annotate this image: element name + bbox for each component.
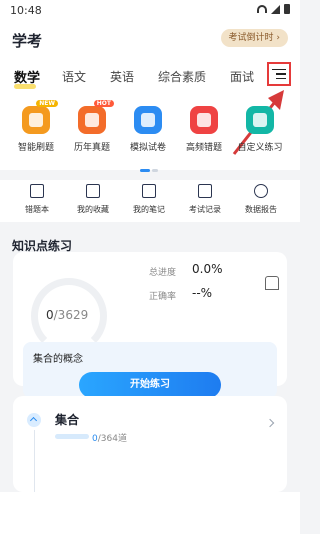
tool-favorites[interactable]: 我的收藏 <box>64 184 122 215</box>
tool-label: 我的收藏 <box>77 205 109 214</box>
exam-record-icon <box>198 184 212 198</box>
chapter-count: 0/364道 <box>92 431 127 444</box>
tool-exam-records[interactable]: 考试记录 <box>176 184 234 215</box>
status-icons <box>257 4 290 14</box>
tab-chinese[interactable]: 语文 <box>62 68 86 85</box>
accuracy-label: 正确率 <box>149 292 177 302</box>
tree-line <box>34 430 35 492</box>
tool-label: 考试记录 <box>189 205 221 214</box>
tool-notes[interactable]: 我的笔记 <box>120 184 178 215</box>
chart-report-icon <box>254 184 268 198</box>
page-title: 学考 <box>12 32 43 50</box>
tab-active-indicator <box>14 84 36 89</box>
feature-label: 自定义练习 <box>237 143 283 153</box>
notebook-icon <box>142 184 156 198</box>
start-practice-button[interactable]: 开始练习 <box>79 372 221 398</box>
status-bar: 10:48 <box>0 0 300 20</box>
feature-mock-exam[interactable]: 模拟试卷 <box>118 106 178 153</box>
collapse-chevron-icon[interactable] <box>27 413 41 427</box>
tools-grid: 错题本 我的收藏 我的笔记 考试记录 数据报告 <box>0 180 300 222</box>
accuracy-value: --% <box>192 286 213 300</box>
feature-smart-practice[interactable]: NEW 智能刷题 <box>6 100 66 153</box>
chapter-title: 集合 <box>55 413 80 427</box>
battery-icon <box>284 4 290 14</box>
feature-label: 高频错题 <box>185 143 222 153</box>
page-indicator <box>140 169 160 173</box>
done-count: 0 <box>46 308 54 322</box>
new-badge: NEW <box>36 100 58 107</box>
tool-label: 错题本 <box>25 205 49 214</box>
feature-label: 智能刷题 <box>17 143 54 153</box>
progress-value: 0.0% <box>192 262 223 276</box>
subject-tabs: 数学 语文 英语 综合素质 面试 <box>0 64 300 90</box>
feature-grid: NEW 智能刷题 HOT 历年真题 模拟试卷 高频错题 自定义练习 <box>0 100 300 166</box>
frequent-mistakes-icon <box>190 106 218 134</box>
feature-frequent-mistakes[interactable]: 高频错题 <box>174 106 234 153</box>
tab-english[interactable]: 英语 <box>110 68 134 85</box>
exam-countdown-button[interactable]: 考试倒计时 › <box>220 29 288 47</box>
tool-data-report[interactable]: 数据报告 <box>232 184 290 215</box>
smart-practice-icon: NEW <box>22 100 58 134</box>
chapter-progress-bar <box>55 434 89 439</box>
feature-label: 历年真题 <box>73 143 110 153</box>
chapter-list-item[interactable]: 集合 0/364道 <box>13 396 287 492</box>
status-time: 10:48 <box>10 4 42 17</box>
mock-exam-icon <box>134 106 162 134</box>
subject-menu-button[interactable] <box>267 62 291 86</box>
feature-label: 模拟试卷 <box>129 143 166 153</box>
tool-label: 我的笔记 <box>133 205 165 214</box>
chapter-total: /364道 <box>97 434 127 444</box>
progress-count: 0/3629 <box>46 308 88 322</box>
tool-mistake-book[interactable]: 错题本 <box>8 184 66 215</box>
hot-badge: HOT <box>93 100 114 107</box>
chevron-right-icon <box>265 418 275 428</box>
bookmark-icon <box>86 184 100 198</box>
progress-label: 总进度 <box>149 268 177 278</box>
mistake-book-icon <box>30 184 44 198</box>
feature-past-papers[interactable]: HOT 历年真题 <box>62 100 122 153</box>
tab-interview[interactable]: 面试 <box>230 68 254 85</box>
knowledge-practice-card: 0/3629 总进度 0.0% 正确率 --% 集合的概念 开始练习 <box>13 252 287 398</box>
tab-general-quality[interactable]: 综合素质 <box>158 68 206 85</box>
custom-practice-icon <box>246 106 274 134</box>
total-count: /3629 <box>53 308 89 322</box>
stack-icon[interactable] <box>265 276 279 290</box>
concept-title: 集合的概念 <box>33 354 83 365</box>
signal-icon <box>271 4 280 14</box>
bottom-area <box>0 492 300 534</box>
wifi-icon <box>257 5 267 13</box>
list-menu-icon <box>272 68 286 80</box>
past-papers-icon: HOT <box>78 100 114 134</box>
feature-custom-practice[interactable]: 自定义练习 <box>230 106 290 153</box>
concept-panel: 集合的概念 开始练习 <box>23 342 277 398</box>
tool-label: 数据报告 <box>245 205 277 214</box>
